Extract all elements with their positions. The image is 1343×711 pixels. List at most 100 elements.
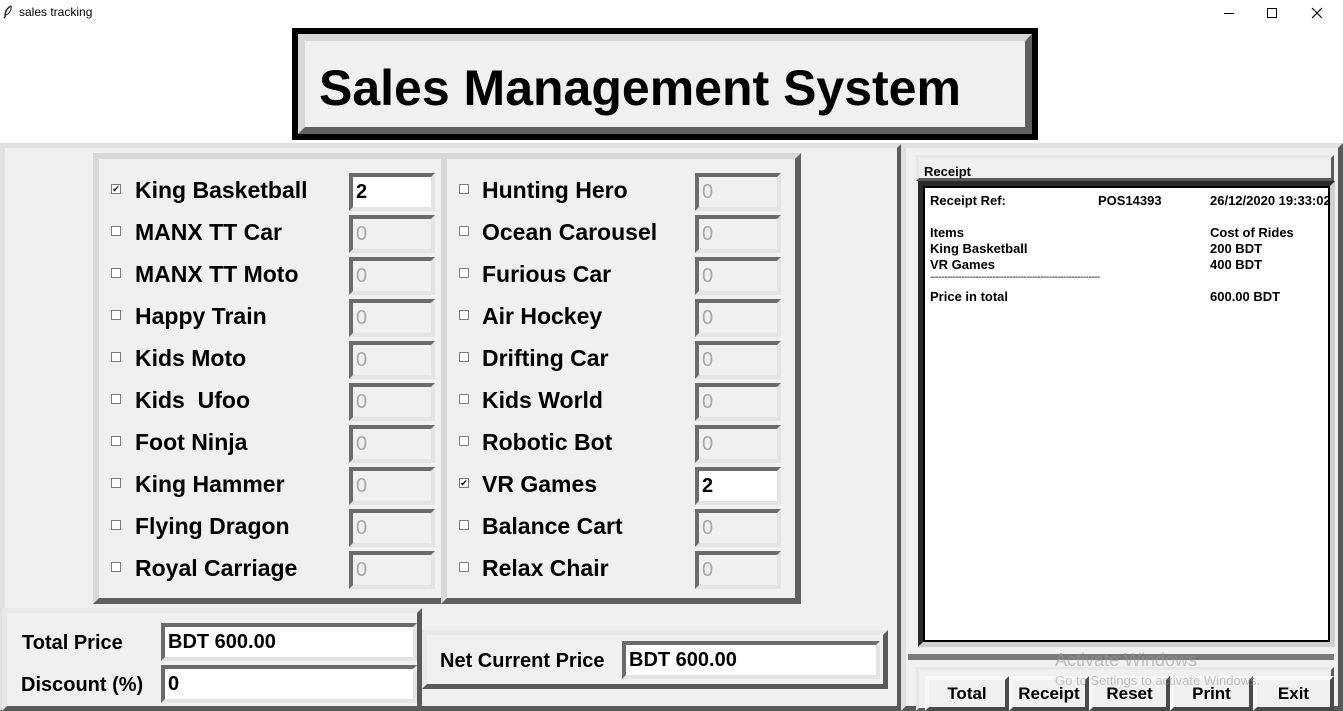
item-quantity-field[interactable]: 0 xyxy=(695,509,781,547)
item-label: Flying Dragon xyxy=(135,513,290,539)
item-quantity-field[interactable]: 0 xyxy=(695,257,781,295)
item-quantity-value: 0 xyxy=(356,265,368,287)
item-quantity-field[interactable]: 0 xyxy=(349,551,435,589)
item-label: Air Hockey xyxy=(482,303,603,329)
item-quantity-field[interactable]: 0 xyxy=(349,383,435,421)
item-quantity-field[interactable]: 0 xyxy=(695,425,781,463)
item-quantity-field[interactable]: 0 xyxy=(695,173,781,211)
item-quantity-field[interactable]: 2 xyxy=(695,467,781,505)
maximize-button[interactable] xyxy=(1249,0,1295,26)
receipt-datetime: 26/12/2020 19:33:02 xyxy=(1210,193,1331,208)
item-label: Ocean Carousel xyxy=(482,219,658,245)
item-quantity-field[interactable]: 0 xyxy=(695,551,781,589)
item-quantity-value: 0 xyxy=(356,433,368,455)
items-panel-left: ✔ King Basketball 2 MANX TT Car 0 MANX TT Mot… xyxy=(93,153,447,604)
total-price-label: Total Price xyxy=(22,632,123,654)
item-quantity-value: 0 xyxy=(702,391,714,413)
feather-icon xyxy=(3,5,12,19)
item-checkbox[interactable]: ✔ xyxy=(111,184,121,194)
item-quantity-field[interactable]: 0 xyxy=(695,215,781,253)
item-row-vr-games: ✔ VR Games 2 xyxy=(447,463,795,505)
net-price-panel: Net Current Price BDT 600.00 xyxy=(422,630,888,689)
item-checkbox[interactable] xyxy=(111,520,121,530)
minimize-button[interactable] xyxy=(1206,0,1252,26)
item-checkbox[interactable] xyxy=(111,268,121,278)
item-checkbox[interactable] xyxy=(459,394,469,404)
item-quantity-field[interactable]: 0 xyxy=(349,425,435,463)
window-titlebar: sales tracking xyxy=(0,0,1343,26)
receipt-ref-value: POS14393 xyxy=(1098,193,1162,208)
total-price-field[interactable]: BDT 600.00 xyxy=(161,623,417,661)
item-quantity-field[interactable]: 0 xyxy=(349,215,435,253)
item-row-kids-moto: Kids Moto 0 xyxy=(99,337,441,379)
item-quantity-field[interactable]: 2 xyxy=(349,173,435,211)
item-label: Drifting Car xyxy=(482,345,609,371)
item-checkbox[interactable] xyxy=(459,436,469,446)
item-checkbox[interactable] xyxy=(111,394,121,404)
item-label: Happy Train xyxy=(135,303,267,329)
discount-field[interactable]: 0 xyxy=(161,665,417,703)
item-label: MANX TT Moto xyxy=(135,261,299,287)
item-checkbox[interactable] xyxy=(111,478,121,488)
activation-watermark-text: Go to Settings to activate Windows. xyxy=(1055,673,1261,688)
item-label: King Basketball xyxy=(135,177,308,203)
page-title: Sales Management System xyxy=(319,60,961,116)
item-quantity-field[interactable]: 0 xyxy=(349,509,435,547)
receipt-section-label: Receipt xyxy=(924,164,971,179)
discount-label: Discount (%) xyxy=(21,674,144,696)
item-quantity-field[interactable]: 0 xyxy=(349,299,435,337)
receipt-textbox[interactable]: Receipt Ref: POS14393 26/12/2020 19:33:0… xyxy=(918,181,1335,647)
item-checkbox[interactable] xyxy=(111,226,121,236)
item-label: Royal Carriage xyxy=(135,555,298,581)
item-checkbox[interactable] xyxy=(111,352,121,362)
item-quantity-value: 0 xyxy=(702,223,714,245)
item-checkbox[interactable] xyxy=(111,310,121,320)
item-quantity-value: 0 xyxy=(356,517,368,539)
item-row-air-hockey: Air Hockey 0 xyxy=(447,295,795,337)
item-quantity-field[interactable]: 0 xyxy=(349,341,435,379)
item-label: Robotic Bot xyxy=(482,429,613,455)
item-quantity-field[interactable]: 0 xyxy=(349,467,435,505)
item-label: Kids Moto xyxy=(135,345,247,371)
item-checkbox[interactable] xyxy=(459,520,469,530)
item-quantity-field[interactable]: 0 xyxy=(695,299,781,337)
totals-panel: Total Price BDT 600.00 Discount (%) 0 xyxy=(2,608,422,711)
item-label: Hunting Hero xyxy=(482,177,628,203)
item-checkbox[interactable] xyxy=(459,226,469,236)
item-quantity-field[interactable]: 0 xyxy=(349,257,435,295)
total-button[interactable]: Total xyxy=(925,676,1009,711)
item-row-furious-car: Furious Car 0 xyxy=(447,253,795,295)
receipt-line-item: VR Games xyxy=(930,257,996,272)
item-checkbox[interactable] xyxy=(459,352,469,362)
item-row-kids-world: Kids World 0 xyxy=(447,379,795,421)
item-checkbox[interactable] xyxy=(459,310,469,320)
exit-button[interactable]: Exit xyxy=(1253,676,1334,711)
item-quantity-value: 0 xyxy=(356,391,368,413)
close-icon xyxy=(1311,7,1323,19)
item-label: VR Games xyxy=(482,471,598,497)
item-quantity-field[interactable]: 0 xyxy=(695,341,781,379)
item-checkbox[interactable]: ✔ xyxy=(459,478,469,488)
item-label: Balance Cart xyxy=(482,513,623,539)
item-quantity-field[interactable]: 0 xyxy=(695,383,781,421)
item-row-kids-ufoo: Kids Ufoo 0 xyxy=(99,379,441,421)
receipt-total-value: 600.00 BDT xyxy=(1210,289,1281,304)
item-row-royal-carriage: Royal Carriage 0 xyxy=(99,547,441,589)
item-quantity-value: 0 xyxy=(702,559,714,581)
net-price-field[interactable]: BDT 600.00 xyxy=(622,641,880,679)
item-checkbox[interactable] xyxy=(459,184,469,194)
item-quantity-value: 0 xyxy=(702,307,714,329)
item-checkbox[interactable] xyxy=(459,562,469,572)
item-label: Kids Ufoo xyxy=(135,387,250,413)
item-checkbox[interactable] xyxy=(111,562,121,572)
item-checkbox[interactable] xyxy=(459,268,469,278)
item-row-relax-chair: Relax Chair 0 xyxy=(447,547,795,589)
close-button[interactable] xyxy=(1294,0,1340,26)
window-title: sales tracking xyxy=(19,5,93,19)
item-row-happy-train: Happy Train 0 xyxy=(99,295,441,337)
item-label: Furious Car xyxy=(482,261,612,287)
receipt-col-cost: Cost of Rides xyxy=(1210,225,1294,240)
item-quantity-value: 0 xyxy=(356,223,368,245)
item-checkbox[interactable] xyxy=(111,436,121,446)
items-panel-right: Hunting Hero 0 Ocean Carousel 0 Furious Car 0… xyxy=(441,153,801,604)
